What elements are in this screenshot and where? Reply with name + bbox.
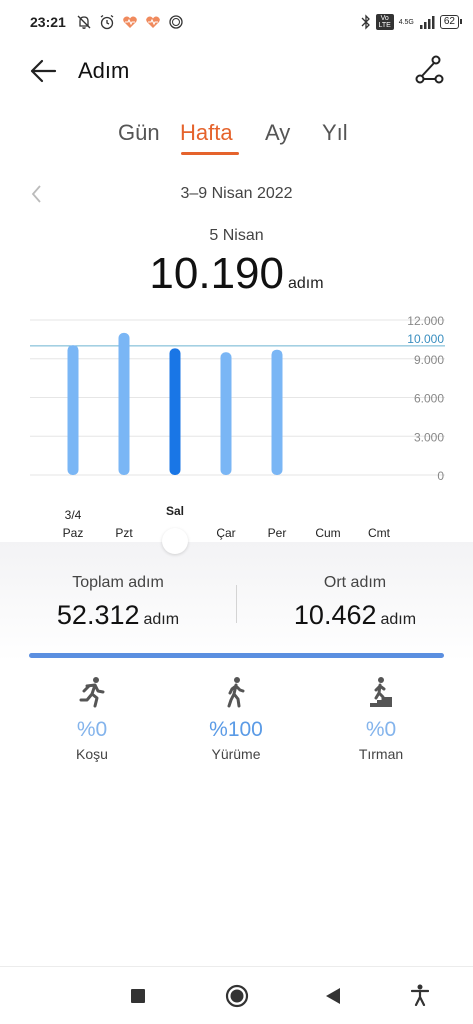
- tab-year[interactable]: Yıl: [322, 120, 348, 146]
- y-tick-label: 9.000: [414, 353, 444, 367]
- tab-day[interactable]: Gün: [118, 120, 160, 146]
- walking-label: Yürüme: [211, 746, 261, 762]
- activity-distribution-bar: [29, 653, 444, 658]
- running-icon: [79, 677, 105, 708]
- total-steps-block: Toplam adım 52.312 adım: [0, 574, 236, 631]
- x-tick-label: Pzt: [115, 526, 133, 540]
- battery-indicator: 62: [439, 15, 463, 29]
- signal-icon: [419, 16, 435, 29]
- selected-day-marker: [162, 528, 188, 554]
- x-tick-label: Per: [268, 526, 287, 540]
- running-label: Koşu: [76, 746, 108, 762]
- running-percent: %0: [76, 718, 108, 741]
- watch-icon: [169, 15, 183, 29]
- average-steps-unit: adım: [380, 611, 417, 628]
- tab-week[interactable]: Hafta: [180, 120, 233, 146]
- bar[interactable]: [271, 349, 283, 475]
- climbing-label: Tırman: [358, 746, 404, 762]
- selected-steps-value: 10.190: [149, 249, 284, 298]
- page-title: Adım: [78, 58, 130, 83]
- y-tick-label: 6.000: [414, 392, 444, 406]
- home-circle-icon[interactable]: [225, 984, 249, 1008]
- activity-climbing: %0 Tırman: [321, 676, 441, 762]
- recent-apps-square-icon[interactable]: [130, 988, 146, 1004]
- walking-icon: [227, 677, 245, 708]
- status-time: 23:21: [30, 14, 66, 30]
- climbing-percent: %0: [365, 718, 397, 741]
- x-tick-label: Paz: [63, 526, 84, 540]
- y-tick-label: 12.000: [407, 314, 444, 328]
- walking-percent: %100: [209, 718, 263, 741]
- total-steps-value: 52.312: [56, 600, 140, 630]
- activity-walking: %100 Yürüme: [176, 676, 296, 762]
- date-range-label: 3–9 Nisan 2022: [180, 185, 293, 202]
- tab-month[interactable]: Ay: [265, 120, 290, 146]
- bluetooth-icon: [361, 14, 370, 30]
- activity-running: %0 Koşu: [32, 676, 152, 762]
- bar[interactable]: [118, 332, 130, 475]
- muted-bell-icon: [77, 15, 91, 29]
- total-steps-unit: adım: [143, 611, 180, 628]
- active-tab-indicator: [181, 152, 239, 155]
- climbing-icon: [370, 677, 392, 707]
- selected-value-group: 10.190 adım: [0, 249, 473, 299]
- average-steps-label: Ort adım: [323, 574, 387, 591]
- selected-date: 5 Nisan: [209, 227, 264, 244]
- health-heart-icon: [123, 16, 137, 28]
- share-icon[interactable]: [413, 54, 445, 86]
- x-tick-label: Cum: [315, 526, 340, 540]
- accessibility-icon[interactable]: [411, 984, 429, 1006]
- x-tick-label: Çar: [216, 526, 235, 540]
- y-tick-label: 0: [437, 469, 444, 483]
- bar[interactable]: [220, 352, 232, 475]
- selected-steps-unit: adım: [288, 275, 324, 292]
- y-tick-label: 3.000: [414, 430, 444, 444]
- back-triangle-icon[interactable]: [325, 987, 341, 1005]
- volte-badge: Vo LTE: [375, 14, 394, 30]
- period-tabs: Gün Hafta Ay Yıl: [0, 120, 473, 160]
- status-bar: 23:21 Vo LTE 4.5G 62: [0, 0, 473, 44]
- bar[interactable]: [169, 348, 181, 475]
- goal-label: 10.000: [407, 332, 444, 346]
- x-tick-sublabel: 3/4: [65, 508, 82, 522]
- average-steps-block: Ort adım 10.462 adım: [237, 574, 473, 631]
- back-arrow-icon[interactable]: [28, 56, 58, 86]
- bar[interactable]: [67, 345, 79, 475]
- health-heart-icon-2: [146, 16, 160, 28]
- average-steps-value: 10.462: [293, 600, 377, 630]
- x-tick-label: Sal: [166, 504, 184, 518]
- system-nav-bar: [0, 966, 473, 1024]
- app-bar: Adım: [0, 44, 473, 98]
- weekly-steps-chart[interactable]: 12.000 9.000 6.000 3.000 0 10.000 Paz 3/4 Pzt Sal…: [0, 300, 473, 560]
- alarm-icon: [100, 14, 114, 30]
- x-tick-label: Cmt: [368, 526, 391, 540]
- total-steps-label: Toplam adım: [72, 574, 164, 591]
- network-label: 4.5G: [398, 18, 414, 26]
